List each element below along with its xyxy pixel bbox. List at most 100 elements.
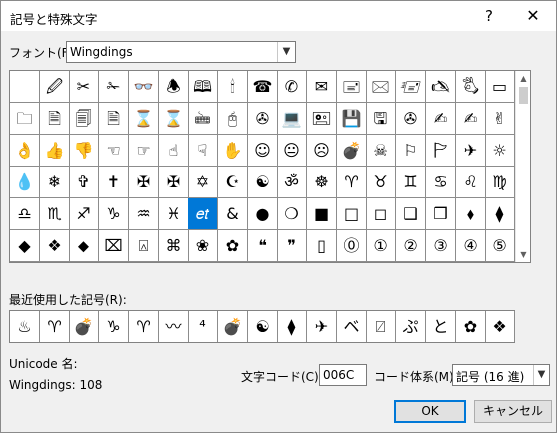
scroll-down-icon[interactable]: ▼ — [516, 247, 531, 262]
symbol-cell[interactable]: 🖏 — [456, 71, 486, 103]
symbol-cell[interactable]: ▯ — [307, 230, 337, 262]
recent-symbol-cell[interactable]: ⁴ — [188, 311, 218, 342]
symbol-cell[interactable]: ✌ — [485, 103, 515, 135]
symbol-cell[interactable]: 🗀 — [10, 103, 40, 135]
font-dropdown[interactable]: Wingdings ▼ — [66, 41, 296, 63]
recent-symbol-cell[interactable]: 〰 — [159, 311, 189, 342]
symbol-cell[interactable]: ② — [396, 230, 426, 262]
symbol-cell[interactable]: ③ — [426, 230, 456, 262]
recent-symbol-cell[interactable]: ✈ — [307, 311, 337, 342]
symbol-cell[interactable]: 🗐 — [69, 103, 99, 135]
symbol-cell[interactable]: 💣 — [337, 135, 367, 167]
symbol-cell[interactable]: ♊ — [396, 166, 426, 198]
symbol-cell[interactable]: ☝ — [159, 135, 189, 167]
recent-symbol-cell[interactable]: ♑ — [99, 311, 129, 342]
symbol-cell[interactable]: 𝑒𝑡 — [188, 198, 218, 230]
symbol-cell[interactable]: 👓 — [129, 71, 159, 103]
recent-symbol-cell[interactable]: ぷ — [396, 311, 426, 342]
recent-symbol-cell[interactable]: 💣 — [218, 311, 248, 342]
help-button[interactable]: ? — [467, 1, 511, 31]
symbol-cell[interactable]: ☼ — [485, 135, 515, 167]
scroll-up-icon[interactable]: ▲ — [516, 71, 531, 86]
symbol-cell[interactable]: 🗎 — [99, 103, 129, 135]
code-system-dropdown[interactable]: 記号 (16 進) ▼ — [452, 364, 550, 386]
symbol-cell[interactable]: ✇ — [248, 103, 278, 135]
symbol-cell[interactable]: ✈ — [456, 135, 486, 167]
symbol-cell[interactable]: ☪ — [218, 166, 248, 198]
symbol-cell[interactable]: ❒ — [426, 198, 456, 230]
symbol-cell[interactable]: 👍 — [40, 135, 70, 167]
symbol-cell[interactable]: 💧 — [10, 166, 40, 198]
symbol-cell[interactable]: ☜ — [99, 135, 129, 167]
symbol-cell[interactable]: ✂ — [69, 71, 99, 103]
symbol-cell[interactable]: 😐 — [277, 135, 307, 167]
symbol-cell[interactable]: 🗎 — [40, 103, 70, 135]
symbol-cell[interactable]: 🖰 — [218, 103, 248, 135]
symbol-cell[interactable]: ♐ — [69, 198, 99, 230]
symbol-cell[interactable]: ◻ — [366, 198, 396, 230]
symbol-cell[interactable]: 🖃 — [337, 71, 367, 103]
grid-scrollbar[interactable]: ▲ ▼ — [515, 71, 530, 262]
recent-symbol-cell[interactable]: ⍁ — [366, 311, 396, 342]
ok-button[interactable]: OK — [394, 400, 466, 423]
symbol-cell[interactable]: ☠ — [366, 135, 396, 167]
symbol-cell[interactable]: 💻 — [277, 103, 307, 135]
symbol-cell[interactable]: ✇ — [396, 103, 426, 135]
symbol-cell[interactable]: ⌛ — [129, 103, 159, 135]
symbol-cell[interactable] — [10, 71, 40, 103]
symbol-cell[interactable]: ✋ — [218, 135, 248, 167]
symbol-cell[interactable]: ✆ — [277, 71, 307, 103]
symbol-cell[interactable]: ✿ — [218, 230, 248, 262]
symbol-cell[interactable]: 🖉 — [40, 71, 70, 103]
symbol-cell[interactable]: 💾 — [337, 103, 367, 135]
recent-symbol-cell[interactable]: ベ — [337, 311, 367, 342]
symbol-cell[interactable]: ✞ — [69, 166, 99, 198]
symbol-cell[interactable]: ✠ — [129, 166, 159, 198]
symbol-cell[interactable]: ✉ — [307, 71, 337, 103]
symbol-cell[interactable]: 👎 — [69, 135, 99, 167]
symbol-cell[interactable]: ⓪ — [337, 230, 367, 262]
symbol-cell[interactable]: ● — [248, 198, 278, 230]
symbol-cell[interactable]: 🖭 — [307, 103, 337, 135]
recent-symbol-cell[interactable]: ♈ — [40, 311, 70, 342]
symbol-cell[interactable]: ♉ — [366, 166, 396, 198]
symbol-cell[interactable]: ① — [366, 230, 396, 262]
symbol-cell[interactable]: ✠ — [159, 166, 189, 198]
symbol-cell[interactable]: ⌘ — [159, 230, 189, 262]
symbol-cell[interactable]: 🕮 — [188, 71, 218, 103]
symbol-cell[interactable]: ⚐ — [396, 135, 426, 167]
symbol-cell[interactable]: ❄ — [40, 166, 70, 198]
cancel-button[interactable]: キャンセル — [474, 400, 552, 423]
symbol-cell[interactable]: ♌ — [456, 166, 486, 198]
symbol-cell[interactable]: ♈ — [337, 166, 367, 198]
symbol-cell[interactable]: ⬥ — [69, 230, 99, 262]
symbol-cell[interactable]: ⌧ — [99, 230, 129, 262]
recent-symbol-cell[interactable]: ⧫ — [277, 311, 307, 342]
symbol-cell[interactable]: 🖫 — [366, 103, 396, 135]
symbol-cell[interactable]: 🖮 — [188, 103, 218, 135]
symbol-cell[interactable]: ☯ — [248, 166, 278, 198]
symbol-cell[interactable]: ✍ — [426, 103, 456, 135]
symbol-cell[interactable]: ▭ — [485, 71, 515, 103]
close-button[interactable]: ✕ — [511, 1, 555, 31]
symbol-cell[interactable]: ⌛ — [159, 103, 189, 135]
symbol-cell[interactable]: ◆ — [10, 230, 40, 262]
symbol-cell[interactable]: 🖅 — [396, 71, 426, 103]
symbol-cell[interactable]: ❍ — [277, 198, 307, 230]
symbol-cell[interactable]: ♏ — [40, 198, 70, 230]
chevron-down-icon[interactable]: ▼ — [533, 365, 549, 385]
symbol-cell[interactable]: ✝ — [99, 166, 129, 198]
chevron-down-icon[interactable]: ▼ — [277, 42, 295, 62]
symbol-cell[interactable]: ♓ — [159, 198, 189, 230]
symbol-cell[interactable]: □ — [337, 198, 367, 230]
symbol-cell[interactable]: ♍ — [485, 166, 515, 198]
recent-symbol-cell[interactable]: ♨ — [10, 311, 40, 342]
symbol-cell[interactable]: 🕭 — [159, 71, 189, 103]
symbol-cell[interactable]: ☹ — [307, 135, 337, 167]
recent-symbol-cell[interactable]: ❖ — [485, 311, 515, 342]
symbol-cell[interactable]: ☺ — [248, 135, 278, 167]
symbol-cell[interactable]: ❖ — [40, 230, 70, 262]
symbol-cell[interactable]: 🏱 — [426, 135, 456, 167]
symbol-cell[interactable]: 👌 — [10, 135, 40, 167]
symbol-cell[interactable]: ⧫ — [485, 198, 515, 230]
